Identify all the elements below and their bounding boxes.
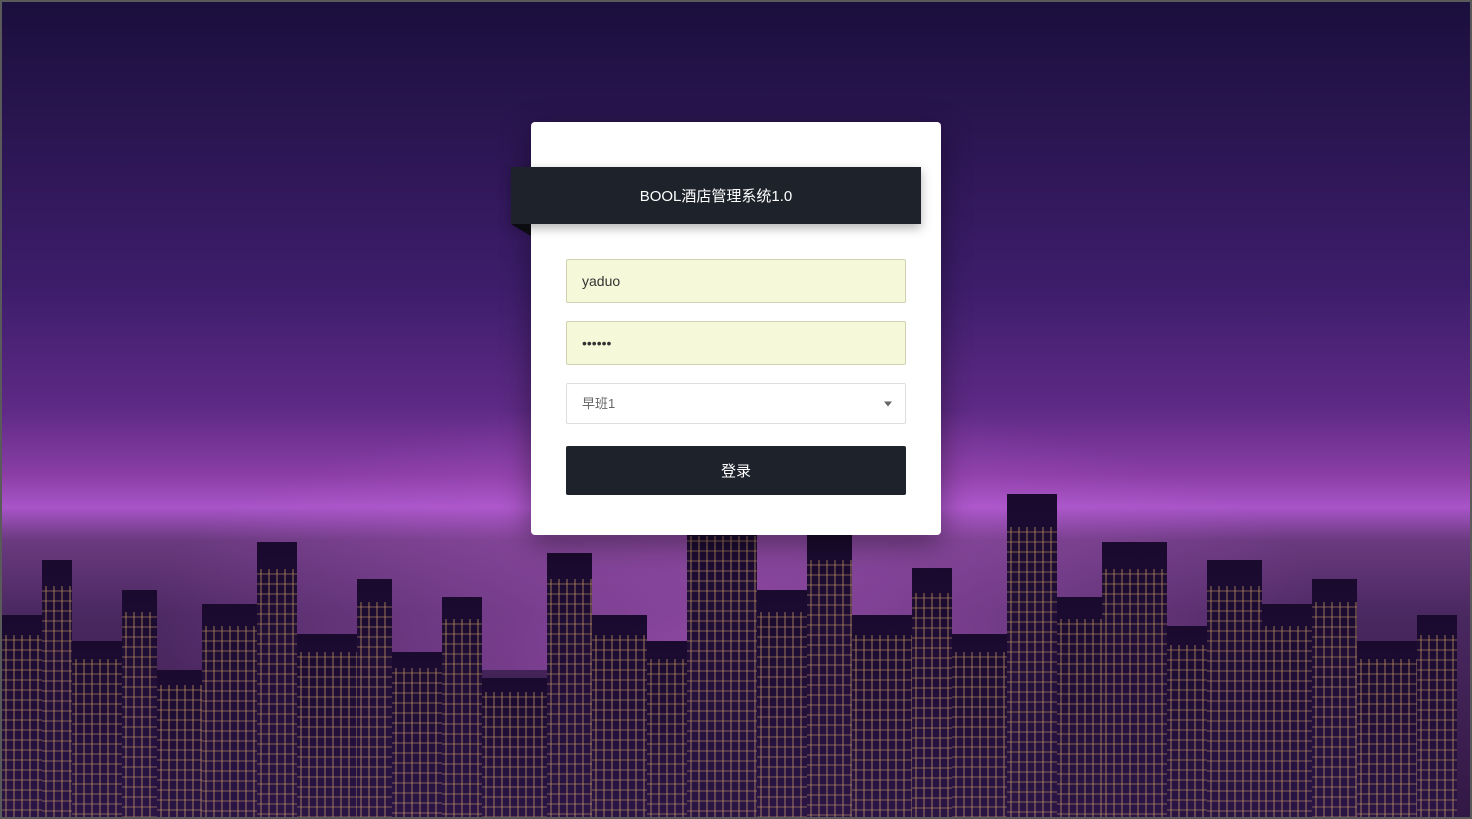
password-input[interactable] xyxy=(566,321,906,365)
login-card: BOOL酒店管理系统1.0 早班1 登录 xyxy=(531,122,941,535)
login-form: 早班1 登录 xyxy=(531,209,941,495)
shift-select-wrap: 早班1 xyxy=(566,383,906,424)
system-title: BOOL酒店管理系统1.0 xyxy=(640,188,793,205)
shift-select[interactable]: 早班1 xyxy=(566,383,906,424)
username-input[interactable] xyxy=(566,259,906,303)
login-button[interactable]: 登录 xyxy=(566,446,906,495)
system-title-banner: BOOL酒店管理系统1.0 xyxy=(511,167,921,224)
